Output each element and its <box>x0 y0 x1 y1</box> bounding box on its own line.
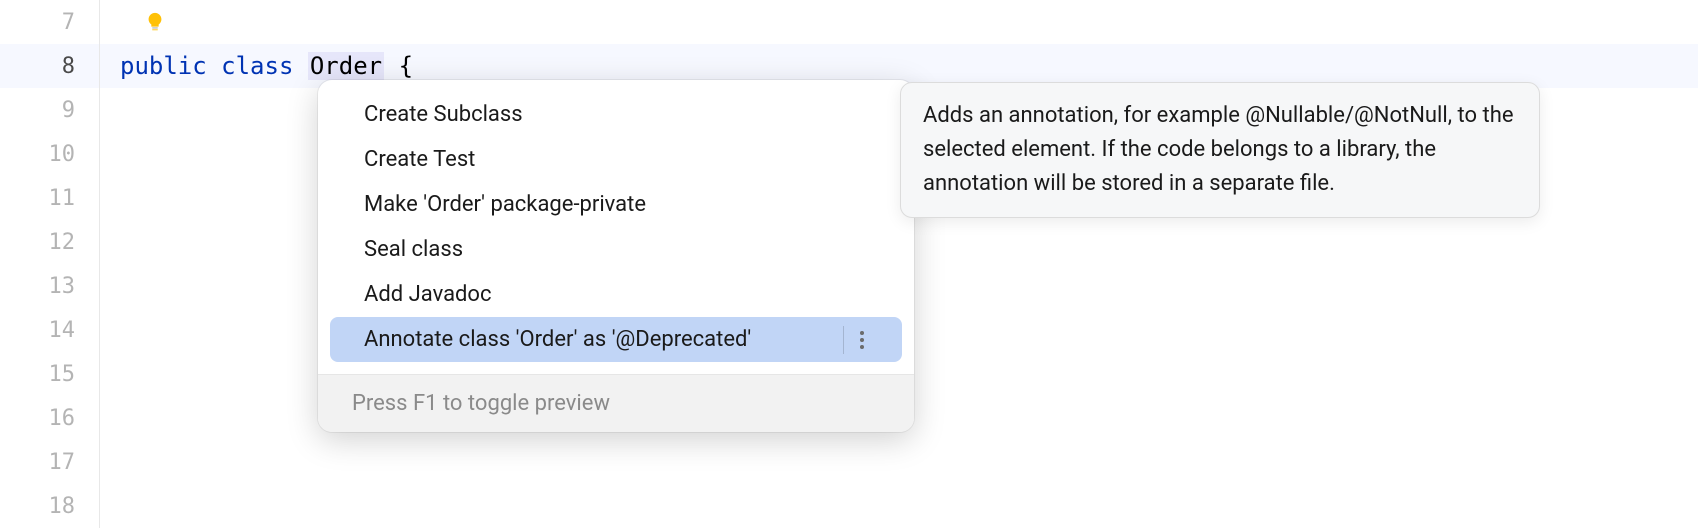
intention-item-create-subclass[interactable]: Create Subclass <box>330 92 902 137</box>
line-number: 16 <box>0 396 99 440</box>
line-number: 15 <box>0 352 99 396</box>
intention-item-annotate-deprecated[interactable]: Annotate class 'Order' as '@Deprecated' <box>330 317 902 362</box>
more-actions[interactable] <box>843 317 868 362</box>
intention-popup-footer: Press F1 to toggle preview <box>318 374 914 432</box>
intention-list: Create Subclass Create Test Make 'Order'… <box>318 80 914 374</box>
line-number: 12 <box>0 220 99 264</box>
line-number: 18 <box>0 484 99 528</box>
line-number: 7 <box>0 0 99 44</box>
class-name: Order <box>308 52 384 80</box>
divider <box>843 326 844 354</box>
code-line <box>100 0 1698 44</box>
line-gutter: 7 8 9 10 11 12 13 14 15 16 17 18 <box>0 0 100 528</box>
intention-bulb-icon[interactable] <box>144 11 166 33</box>
line-number: 10 <box>0 132 99 176</box>
intention-tooltip: Adds an annotation, for example @Nullabl… <box>900 82 1540 218</box>
intention-popup: Create Subclass Create Test Make 'Order'… <box>318 80 914 432</box>
intention-item-label: Add Javadoc <box>364 282 868 307</box>
intention-item-seal-class[interactable]: Seal class <box>330 227 902 272</box>
intention-item-label: Make 'Order' package-private <box>364 192 868 217</box>
line-number: 17 <box>0 440 99 484</box>
intention-item-label: Seal class <box>364 237 868 262</box>
keyword-public: public <box>120 52 207 80</box>
keyword-class: class <box>221 52 293 80</box>
line-number: 11 <box>0 176 99 220</box>
more-vertical-icon <box>860 331 868 349</box>
line-number: 9 <box>0 88 99 132</box>
line-number: 8 <box>0 44 99 88</box>
intention-item-label: Annotate class 'Order' as '@Deprecated' <box>364 327 843 352</box>
line-number: 14 <box>0 308 99 352</box>
intention-item-create-test[interactable]: Create Test <box>330 137 902 182</box>
intention-item-label: Create Test <box>364 147 868 172</box>
line-number: 13 <box>0 264 99 308</box>
intention-item-add-javadoc[interactable]: Add Javadoc <box>330 272 902 317</box>
intention-item-label: Create Subclass <box>364 102 868 127</box>
open-brace: { <box>399 52 413 80</box>
intention-item-package-private[interactable]: Make 'Order' package-private <box>330 182 902 227</box>
